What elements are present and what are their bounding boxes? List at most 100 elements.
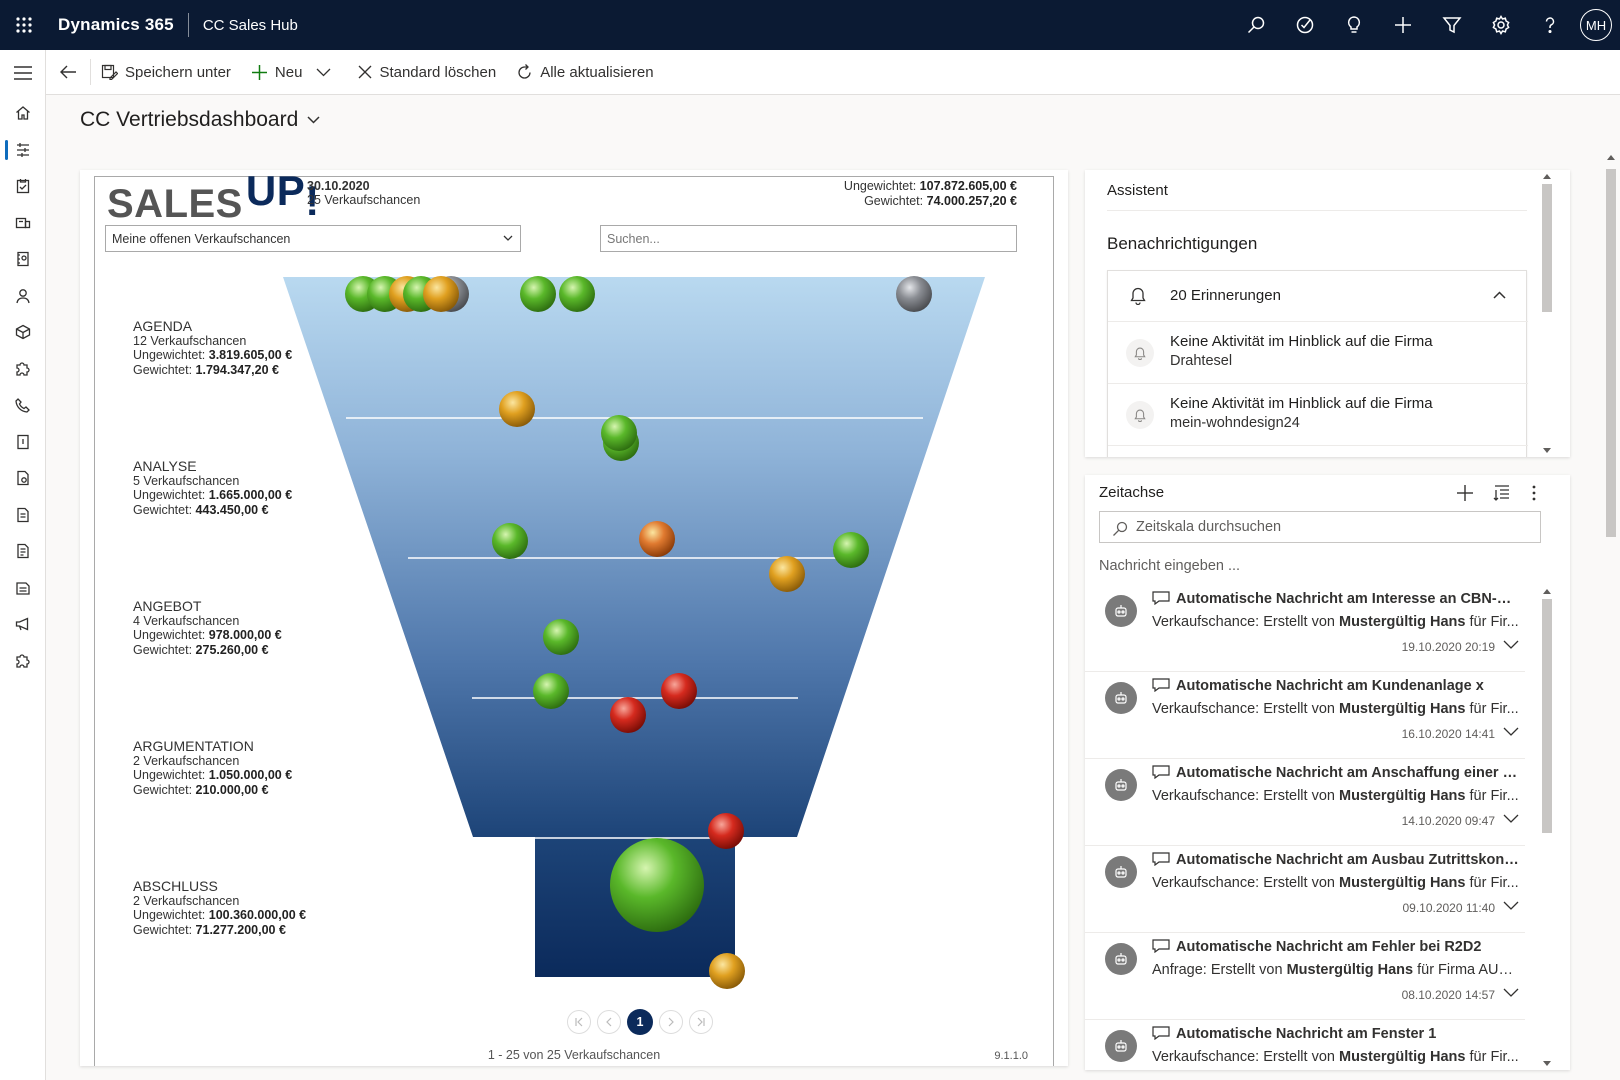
opportunity-ball[interactable]: [833, 532, 869, 568]
scrollbar-thumb[interactable]: [1606, 169, 1616, 537]
app-launcher-icon[interactable]: [0, 0, 48, 50]
chat-icon: [1152, 939, 1170, 954]
timeline-entry[interactable]: Automatische Nachricht am Ausbau Zutritt…: [1085, 846, 1525, 933]
assistant-title: Assistent: [1107, 182, 1168, 199]
timeline-panel: Zeitachse Zeitskala durchsuchen Nachrich…: [1085, 475, 1570, 1070]
reminders-group: 20 Erinnerungen Keine Aktivität im Hinbl…: [1107, 270, 1528, 457]
assistant-panel: Assistent Benachrichtigungen 20 Erinneru…: [1085, 170, 1570, 457]
timeline-scrollbar[interactable]: [1540, 585, 1554, 1070]
opportunity-ball[interactable]: [709, 953, 745, 989]
hamburger-menu-icon[interactable]: [0, 50, 45, 95]
first-page-button[interactable]: [567, 1010, 591, 1034]
bot-icon: [1105, 769, 1137, 801]
lightbulb-icon[interactable]: [1329, 0, 1378, 50]
entry-title: Automatische Nachricht am Interesse an C…: [1152, 591, 1522, 607]
search-icon[interactable]: [1231, 0, 1280, 50]
quote-icon[interactable]: [0, 460, 45, 497]
timeline-entry[interactable]: Automatische Nachricht am Interesse an C…: [1085, 585, 1525, 672]
save-as-button[interactable]: Speichern unter: [91, 50, 241, 95]
opportunity-ball[interactable]: [769, 556, 805, 592]
gear-icon[interactable]: [1476, 0, 1525, 50]
opportunity-ball[interactable]: [533, 673, 569, 709]
filter-icon[interactable]: [1427, 0, 1476, 50]
timeline-search-input[interactable]: Zeitskala durchsuchen: [1099, 511, 1541, 543]
user-avatar[interactable]: MH: [1580, 9, 1612, 41]
timeline-entry[interactable]: Automatische Nachricht am Fenster 1 Verk…: [1085, 1020, 1525, 1070]
top-bar: Dynamics 365 CC Sales Hub MH: [0, 0, 1620, 50]
marketing-megaphone-icon[interactable]: [0, 606, 45, 643]
chevron-down-icon: [316, 68, 331, 76]
sort-list-icon[interactable]: [1493, 484, 1511, 507]
opportunity-ball[interactable]: [499, 391, 535, 427]
opportunity-ball[interactable]: [423, 276, 459, 312]
divider: [187, 13, 189, 37]
entry-date: 19.10.2020 20:19: [1401, 640, 1495, 654]
current-page[interactable]: 1: [627, 1009, 653, 1035]
stage-argumentation: ARGUMENTATION 2 Verkaufschancen Ungewich…: [133, 738, 293, 797]
reminder-item[interactable]: Keine Aktivität im Hinblick auf die Firm…: [1108, 322, 1528, 384]
opportunity-ball[interactable]: [610, 697, 646, 733]
opportunity-ball[interactable]: [896, 276, 932, 312]
help-icon[interactable]: [1525, 0, 1574, 50]
save-as-label: Speichern unter: [125, 63, 231, 81]
accounts-icon[interactable]: [0, 205, 45, 242]
activities-icon[interactable]: [0, 168, 45, 205]
scrollbar-thumb[interactable]: [1542, 599, 1552, 833]
opportunity-ball[interactable]: [610, 838, 704, 932]
bell-icon: [1126, 339, 1154, 367]
dashboard-icon[interactable]: [0, 132, 45, 169]
salesup-frame: SALESUP! 30.10.2020 25 Verkaufschancen U…: [94, 167, 1054, 1066]
timeline-entry[interactable]: Automatische Nachricht am Fehler bei R2D…: [1085, 933, 1525, 1020]
phone-call-icon[interactable]: [0, 387, 45, 424]
scrollbar-thumb[interactable]: [1542, 184, 1552, 312]
entry-title: Automatische Nachricht am Kundenanlage x: [1152, 678, 1522, 694]
new-label: Neu: [274, 63, 303, 81]
opportunity-ball[interactable]: [601, 415, 637, 451]
brand-title[interactable]: Dynamics 365: [58, 15, 174, 35]
contacts-book-icon[interactable]: [0, 241, 45, 278]
opportunity-ball[interactable]: [661, 673, 697, 709]
invoice-icon[interactable]: [0, 533, 45, 570]
opportunity-ball[interactable]: [543, 619, 579, 655]
task-icon[interactable]: [1280, 0, 1329, 50]
more-options-icon[interactable]: [1531, 484, 1537, 507]
page-scrollbar[interactable]: [1604, 155, 1618, 1075]
document-info-icon[interactable]: [0, 424, 45, 461]
reminders-header[interactable]: 20 Erinnerungen: [1108, 271, 1528, 322]
message-input[interactable]: Nachricht eingeben ...: [1099, 558, 1240, 574]
home-icon[interactable]: [0, 95, 45, 132]
reminder-item[interactable]: Keine Aktivität im Hinblick auf die Firm…: [1108, 384, 1528, 446]
opportunity-ball[interactable]: [639, 521, 675, 557]
app-name[interactable]: CC Sales Hub: [203, 17, 298, 34]
plus-icon[interactable]: [1378, 0, 1427, 50]
add-timeline-plus-icon[interactable]: [1456, 484, 1474, 507]
opportunity-ball[interactable]: [708, 813, 744, 849]
clear-default-button[interactable]: Standard löschen: [348, 50, 506, 95]
assistant-scrollbar[interactable]: [1540, 170, 1554, 457]
report-icon[interactable]: [0, 570, 45, 607]
order-icon[interactable]: [0, 497, 45, 534]
last-page-button[interactable]: [689, 1010, 713, 1034]
opportunity-ball[interactable]: [492, 523, 528, 559]
timeline-entry[interactable]: Automatische Nachricht am Kundenanlage x…: [1085, 672, 1525, 759]
extensions-icon[interactable]: [0, 643, 45, 680]
next-page-button[interactable]: [659, 1010, 683, 1034]
bell-icon: [1126, 401, 1154, 429]
products-icon[interactable]: [0, 314, 45, 351]
chat-icon: [1152, 765, 1170, 780]
opportunity-ball[interactable]: [559, 276, 595, 312]
dashboard-selector[interactable]: CC Vertriebsdashboard: [80, 108, 320, 132]
bot-icon: [1105, 682, 1137, 714]
reminder-title: Keine Aktivität im Hinblick auf die Firm…: [1170, 333, 1433, 350]
opportunity-ball[interactable]: [520, 276, 556, 312]
prev-page-button[interactable]: [597, 1010, 621, 1034]
puzzle-icon[interactable]: [0, 351, 45, 388]
pagination-summary: 1 - 25 von 25 Verkaufschancen: [487, 1048, 661, 1062]
entry-title: Automatische Nachricht am Fenster 1: [1152, 1026, 1522, 1042]
timeline-entry[interactable]: Automatische Nachricht am Anschaffung ei…: [1085, 759, 1525, 846]
back-button[interactable]: [46, 50, 90, 95]
contact-person-icon[interactable]: [0, 278, 45, 315]
entry-body: Verkaufschance: Erstellt von Mustergülti…: [1152, 875, 1519, 891]
new-button[interactable]: Neu: [241, 50, 349, 95]
refresh-all-button[interactable]: Alle aktualisieren: [506, 50, 663, 95]
